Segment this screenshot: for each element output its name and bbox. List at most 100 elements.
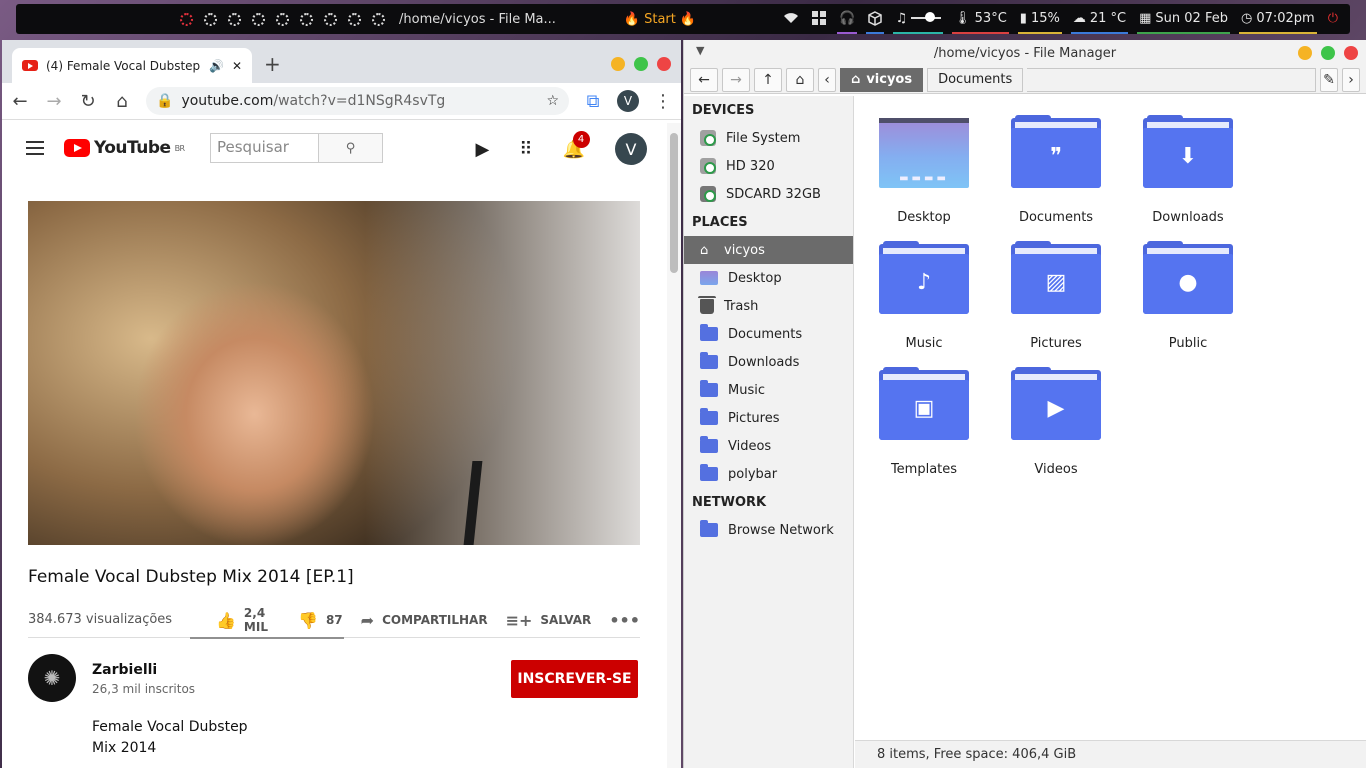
workspace-indicators[interactable] [180, 12, 385, 26]
sidebar-item-browse-network[interactable]: Browse Network [684, 516, 853, 544]
workspace-dot-icon[interactable] [348, 12, 361, 26]
workspace-dot-icon[interactable] [204, 12, 217, 26]
apps-grid-icon[interactable]: ⠿ [519, 139, 532, 160]
sidebar-item-music[interactable]: Music [684, 376, 853, 404]
subscribe-button[interactable]: INSCREVER-SE [511, 660, 638, 698]
notifications-button[interactable]: 🔔 4 [563, 130, 590, 160]
new-tab-button[interactable]: + [264, 52, 281, 76]
sidebar-header-devices: DEVICES [692, 102, 755, 118]
workspace-dot-icon[interactable] [324, 12, 337, 26]
home-icon[interactable]: ⌂ [112, 91, 132, 112]
scrollbar-thumb[interactable] [670, 133, 678, 273]
back-button[interactable]: ← [690, 67, 718, 92]
power-icon[interactable]: ⏻ [1326, 4, 1340, 34]
dislike-button[interactable]: 👎 87 [298, 611, 343, 630]
clock-status: ◷ 07:02pm [1238, 4, 1317, 34]
video-player[interactable] [28, 201, 640, 545]
lock-icon[interactable]: 🔒 [156, 93, 173, 109]
sdcard-icon [700, 186, 716, 202]
windows-grid-icon[interactable] [810, 4, 828, 34]
youtube-logo[interactable]: YouTube BR [64, 138, 185, 158]
file-item-public[interactable]: ● Public [1133, 241, 1243, 351]
address-bar[interactable]: 🔒 youtube.com/watch?v=d1NSgR4svTg ☆ [146, 87, 569, 115]
workspace-dot-icon[interactable] [276, 12, 289, 26]
file-item-videos[interactable]: ▶ Videos [1001, 367, 1111, 477]
sidebar-item-sdcard[interactable]: SDCARD 32GB [684, 180, 853, 208]
fm-titlebar: ▼ /home/vicyos - File Manager [684, 40, 1366, 66]
sidebar-item-trash[interactable]: Trash [684, 292, 853, 320]
file-item-downloads[interactable]: ⬇ Downloads [1133, 115, 1243, 225]
fm-close-button[interactable] [1344, 46, 1358, 60]
save-label: SALVAR [540, 613, 592, 627]
save-button[interactable]: ≡+ SALVAR [506, 611, 592, 630]
parent-folder-button[interactable]: ↑ [754, 67, 782, 92]
file-item-pictures[interactable]: ▨ Pictures [1001, 241, 1111, 351]
fm-minimize-button[interactable] [1298, 46, 1312, 60]
maximize-button[interactable] [634, 57, 648, 71]
sidebar-item-videos[interactable]: Videos [684, 432, 853, 460]
account-avatar[interactable]: V [615, 133, 647, 165]
home-button[interactable]: ⌂ [786, 67, 814, 92]
thumbs-down-icon: 👎 [298, 610, 318, 630]
page-scrollbar[interactable] [667, 123, 681, 768]
back-icon[interactable]: ← [10, 91, 30, 112]
file-item-desktop[interactable]: ▬▬▬▬ Desktop [869, 118, 979, 225]
search-input[interactable]: Pesquisar [211, 134, 318, 162]
search-button[interactable]: ⚲ [318, 134, 382, 162]
breadcrumb-documents[interactable]: Documents [927, 67, 1024, 92]
more-actions-icon[interactable]: ••• [609, 611, 640, 630]
speaker-icon[interactable]: 🔊 [209, 59, 224, 73]
breadcrumb-home[interactable]: ⌂ vicyos [840, 67, 924, 92]
arrow-up-icon: ↑ [762, 71, 774, 88]
create-video-icon[interactable]: ▶ [476, 139, 490, 160]
youtube-header: YouTube BR Pesquisar ⚲ ▶ ⠿ 🔔 4 V [2, 120, 681, 176]
share-button[interactable]: ➦ COMPARTILHAR [361, 611, 488, 630]
like-button[interactable]: 👍 2,4 MIL [216, 606, 280, 634]
minimize-button[interactable] [611, 57, 625, 71]
file-item-music[interactable]: ♪ Music [869, 241, 979, 351]
fm-window-controls [1298, 46, 1358, 60]
close-button[interactable] [657, 57, 671, 71]
edit-location-button[interactable]: ✎ [1320, 67, 1338, 92]
translate-icon[interactable]: ⧉ [583, 91, 603, 112]
volume-control[interactable]: ♫ [893, 4, 944, 34]
bookmark-star-icon[interactable]: ☆ [546, 93, 559, 109]
breadcrumb-scroll-right[interactable]: › [1342, 67, 1360, 92]
breadcrumb-scroll-left[interactable]: ‹ [818, 67, 836, 92]
volume-slider[interactable] [911, 12, 942, 22]
workspace-dot-icon[interactable] [228, 12, 241, 26]
workspace-dot-icon[interactable] [300, 12, 313, 26]
sidebar-item-desktop[interactable]: Desktop [684, 264, 853, 292]
fm-maximize-button[interactable] [1321, 46, 1335, 60]
share-icon: ➦ [360, 610, 375, 630]
headphones-icon[interactable]: 🎧 [837, 4, 858, 34]
sidebar-item-file-system[interactable]: File System [684, 124, 853, 152]
forward-button[interactable]: → [722, 67, 750, 92]
browser-tab[interactable]: (4) Female Vocal Dubstep M 🔊 ✕ [12, 48, 252, 83]
workspace-dot-icon[interactable] [372, 12, 385, 26]
package-icon[interactable] [866, 4, 885, 34]
sidebar-item-pictures[interactable]: Pictures [684, 404, 853, 432]
sidebar-item-downloads[interactable]: Downloads [684, 348, 853, 376]
calendar-icon: ▦ [1139, 10, 1152, 26]
start-menu-button[interactable]: 🔥 Start 🔥 [624, 12, 696, 27]
reload-icon[interactable]: ↻ [78, 91, 98, 112]
file-item-templates[interactable]: ▣ Templates [869, 367, 979, 477]
file-item-documents[interactable]: ❞ Documents [1001, 115, 1111, 225]
sidebar-item-hd-320[interactable]: HD 320 [684, 152, 853, 180]
channel-name[interactable]: Zarbielli [92, 662, 157, 678]
sidebar-item-vicyos[interactable]: ⌂ vicyos [684, 236, 853, 264]
video-title: Female Vocal Dubstep Mix 2014 [EP.1] [28, 567, 354, 587]
workspace-dot-icon[interactable] [252, 12, 265, 26]
sidebar-item-documents[interactable]: Documents [684, 320, 853, 348]
workspace-dot-icon[interactable] [180, 12, 193, 26]
menu-dots-icon[interactable]: ⋮ [653, 91, 673, 112]
close-tab-icon[interactable]: ✕ [232, 59, 242, 73]
profile-avatar[interactable]: V [617, 90, 639, 112]
sidebar-item-polybar[interactable]: polybar [684, 460, 853, 488]
window-menu-icon[interactable]: ▼ [696, 44, 704, 57]
hamburger-menu-icon[interactable] [26, 141, 44, 155]
forward-icon[interactable]: → [44, 91, 64, 112]
channel-avatar[interactable]: ✺ [28, 654, 76, 702]
wifi-icon[interactable] [781, 4, 801, 34]
